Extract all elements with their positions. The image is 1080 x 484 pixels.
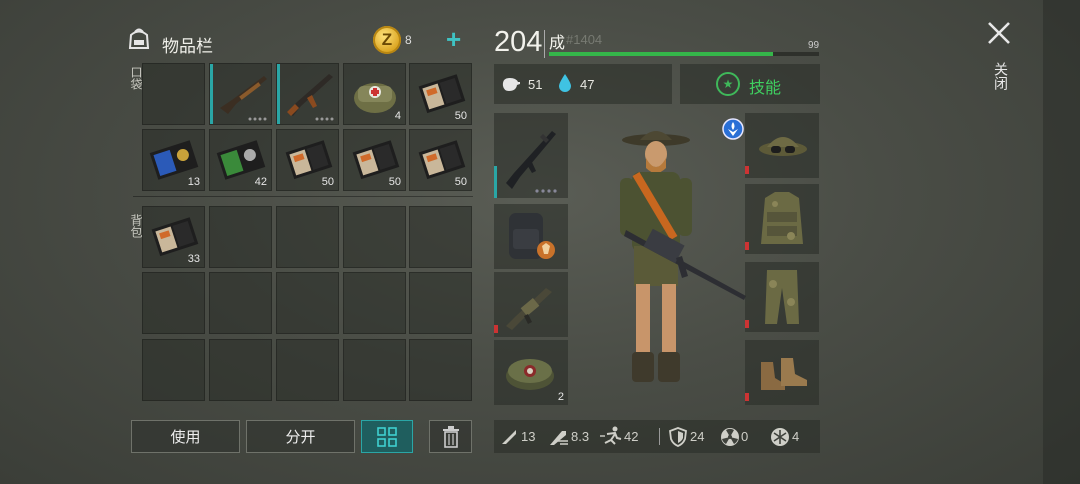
pocket-slot-ak47[interactable]	[276, 63, 339, 125]
item-quantity: 4	[394, 110, 401, 122]
cold-resistance-icon	[771, 428, 789, 446]
radiation-icon	[721, 428, 739, 446]
right-edge-strip	[1043, 0, 1080, 484]
equip-slot-head[interactable]	[745, 113, 819, 178]
star-icon: ★	[716, 72, 740, 96]
trash-icon	[442, 425, 459, 448]
boonie-hat-goggles-icon	[759, 137, 807, 156]
backpack-slot-empty[interactable]	[276, 206, 339, 268]
backpack-slot-recipe[interactable]: 33	[142, 206, 205, 268]
player-level: 204	[494, 26, 543, 58]
inventory-title: 物品栏	[162, 37, 213, 56]
pocket-slot-green-badge[interactable]: 42	[209, 129, 272, 191]
backpack-slot-empty[interactable]	[343, 339, 406, 401]
item-quantity: 50	[321, 176, 334, 188]
thirst-value: 47	[580, 77, 595, 92]
m4-rifle-icon	[506, 131, 557, 193]
rank-number: #1404	[566, 32, 603, 47]
pocket-slot-first-aid[interactable]: 4	[343, 63, 406, 125]
cold-resistance-value: 4	[792, 429, 800, 444]
level-separator	[544, 30, 545, 58]
backpack-slot-empty[interactable]	[409, 339, 472, 401]
pocket-slot-recipe[interactable]: 50	[409, 63, 472, 125]
backpack-slot-empty[interactable]	[209, 272, 272, 334]
equip-slot-feet[interactable]	[745, 340, 819, 405]
hunger-icon	[502, 78, 520, 91]
pocket-slot-shotgun[interactable]	[209, 63, 272, 125]
trash-button[interactable]	[429, 420, 472, 453]
backpack-slot-empty[interactable]	[409, 206, 472, 268]
item-quantity: 50	[454, 110, 467, 122]
backpack-slot-empty[interactable]	[409, 272, 472, 334]
equip-slot-primary-weapon[interactable]	[494, 113, 568, 198]
attack-speed-icon	[550, 431, 568, 445]
player-rank: 成	[549, 35, 566, 52]
skills-label: 技能	[749, 80, 782, 97]
close-button[interactable]	[986, 18, 1012, 52]
close-icon	[988, 22, 1010, 44]
close-label[interactable]: 关闭	[991, 62, 1011, 90]
pocket-slot-empty[interactable]	[142, 63, 205, 125]
coin-icon: Z	[373, 26, 401, 54]
thirst-icon	[559, 74, 571, 92]
run-speed-icon	[600, 426, 622, 445]
armor-shield-icon	[669, 427, 687, 447]
use-button[interactable]: 使用	[131, 420, 240, 453]
item-quantity: 42	[254, 176, 267, 188]
backpack-slot-empty[interactable]	[276, 272, 339, 334]
item-quantity: 2	[557, 391, 564, 403]
grid-icon	[377, 426, 397, 447]
backpack-icon	[128, 28, 150, 49]
pocket-slot-recipe[interactable]: 50	[276, 129, 339, 191]
camo-pants-icon	[765, 270, 799, 324]
backpack-slot-empty[interactable]	[209, 206, 272, 268]
backpack-slot-empty[interactable]	[343, 206, 406, 268]
run-speed-value: 42	[624, 429, 639, 444]
backpack-slot-empty[interactable]	[142, 272, 205, 334]
item-quantity: 13	[187, 176, 200, 188]
hunger-value: 51	[528, 77, 543, 92]
melee-damage-icon	[502, 430, 516, 444]
boots-icon	[761, 358, 807, 390]
backpack-slot-empty[interactable]	[343, 272, 406, 334]
xp-bar-fill	[549, 52, 773, 56]
item-quantity: 50	[388, 176, 401, 188]
grid-view-button[interactable]	[361, 420, 413, 453]
radiation-value: 0	[741, 429, 749, 444]
xp-max-label: 99	[808, 40, 820, 51]
player-character-model	[620, 131, 746, 382]
split-button[interactable]: 分开	[246, 420, 355, 453]
item-quantity: 33	[187, 253, 200, 265]
backpack-slot-empty[interactable]	[209, 339, 272, 401]
grenade-launcher-icon	[506, 288, 552, 330]
armor-value: 24	[690, 429, 705, 444]
tactical-backpack-icon	[509, 213, 555, 259]
equip-slot-secondary-weapon[interactable]	[494, 272, 568, 337]
shotgun-icon	[220, 76, 267, 121]
pocket-slot-recipe[interactable]: 50	[343, 129, 406, 191]
section-divider	[133, 196, 473, 197]
clan-emblem-icon[interactable]	[722, 118, 744, 140]
equip-slot-backpack[interactable]	[494, 204, 568, 269]
pocket-slot-blue-badge[interactable]: 13	[142, 129, 205, 191]
add-coins-button[interactable]: +	[446, 26, 461, 52]
coin-count: 8	[405, 33, 412, 47]
equip-slot-gadget[interactable]: 2	[494, 340, 568, 405]
backpack-slot-empty[interactable]	[142, 339, 205, 401]
attack-speed-value: 8.3	[571, 429, 590, 444]
item-quantity: 50	[454, 176, 467, 188]
pocket-slot-recipe[interactable]: 50	[409, 129, 472, 191]
melee-damage-value: 13	[521, 429, 536, 444]
camo-vest-icon	[761, 192, 803, 244]
ak47-icon	[287, 74, 334, 121]
stats-separator	[659, 428, 660, 445]
backpack-slot-empty[interactable]	[276, 339, 339, 401]
equip-slot-legs[interactable]	[745, 262, 819, 332]
equip-slot-body[interactable]	[745, 184, 819, 254]
